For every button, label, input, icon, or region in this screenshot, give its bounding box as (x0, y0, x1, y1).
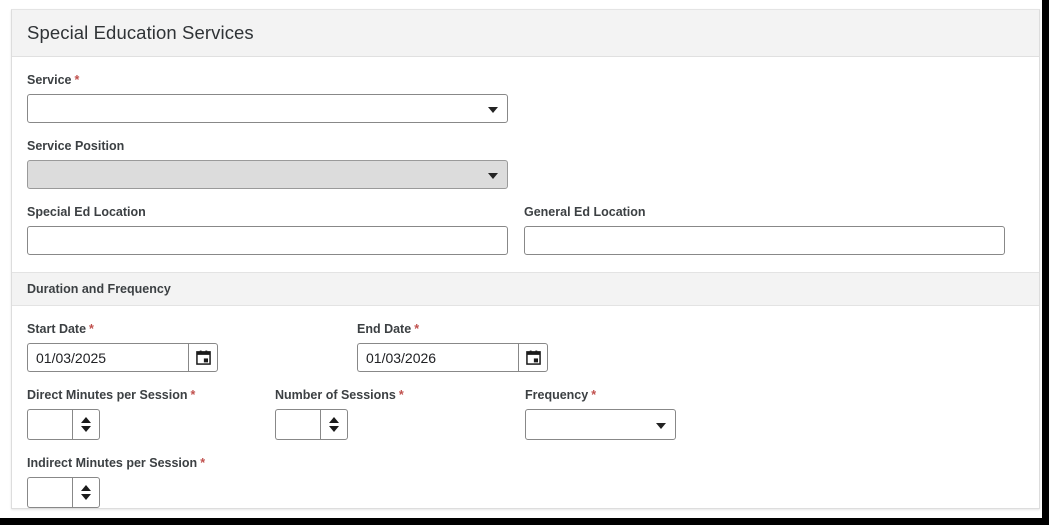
duration-frequency-section: Start Date * 01/03/2025 End Date * 01/03… (12, 306, 1039, 508)
field-number-of-sessions: Number of Sessions * (275, 388, 525, 440)
general-ed-location-label: General Ed Location (524, 205, 646, 219)
number-of-sessions-stepper[interactable] (275, 409, 525, 440)
field-end-date: End Date * 01/03/2026 (357, 322, 548, 372)
spinner-up-icon[interactable] (81, 417, 91, 423)
required-asterisk: * (414, 322, 420, 336)
direct-minutes-input[interactable] (27, 409, 72, 440)
start-date-label: Start Date * (27, 322, 94, 336)
direct-minutes-stepper[interactable] (27, 409, 275, 440)
spinner-down-icon[interactable] (81, 494, 91, 500)
direct-minutes-label: Direct Minutes per Session * (27, 388, 196, 402)
indirect-minutes-label: Indirect Minutes per Session * (27, 456, 206, 470)
indirect-minutes-input[interactable] (27, 477, 72, 508)
special-education-services-card: Special Education Services Service * Serv… (11, 9, 1040, 509)
field-start-date: Start Date * 01/03/2025 (27, 322, 357, 372)
end-date-field[interactable]: 01/03/2026 (357, 343, 548, 372)
direct-minutes-step-buttons[interactable] (72, 409, 100, 440)
spinner-down-icon[interactable] (81, 426, 91, 432)
spinner-up-icon[interactable] (329, 417, 339, 423)
chevron-down-icon (488, 106, 498, 113)
calendar-icon (525, 350, 541, 365)
start-date-picker-button[interactable] (188, 343, 218, 372)
spinner-down-icon[interactable] (329, 426, 339, 432)
start-date-field[interactable]: 01/03/2025 (27, 343, 218, 372)
required-asterisk: * (200, 456, 206, 470)
required-asterisk: * (591, 388, 597, 402)
duration-and-frequency-section-header: Duration and Frequency (12, 272, 1039, 306)
chevron-down-icon (488, 172, 498, 179)
special-ed-location-input[interactable] (27, 226, 508, 255)
app-window: Special Education Services Service * Serv… (0, 0, 1049, 525)
indirect-minutes-stepper[interactable] (27, 477, 1024, 508)
general-ed-location-input[interactable] (524, 226, 1005, 255)
required-asterisk: * (190, 388, 196, 402)
service-position-label: Service Position (27, 139, 125, 153)
chevron-down-icon (656, 422, 666, 429)
special-ed-location-label: Special Ed Location (27, 205, 146, 219)
required-asterisk: * (89, 322, 94, 336)
end-date-picker-button[interactable] (518, 343, 548, 372)
field-direct-minutes: Direct Minutes per Session * (27, 388, 275, 440)
end-date-label: End Date * (357, 322, 420, 336)
service-label: Service * (27, 73, 80, 87)
number-of-sessions-label: Number of Sessions * (275, 388, 404, 402)
field-service-position: Service Position (27, 139, 1024, 189)
end-date-input[interactable]: 01/03/2026 (357, 343, 518, 372)
dates-row: Start Date * 01/03/2025 End Date * 01/03… (27, 322, 1024, 372)
calendar-icon (195, 350, 211, 365)
field-special-ed-location: Special Ed Location (27, 205, 508, 255)
card-header: Special Education Services (12, 10, 1039, 57)
session-details-row: Direct Minutes per Session * Number of Se… (27, 388, 1024, 440)
page-title: Special Education Services (27, 22, 254, 43)
service-select[interactable] (27, 94, 508, 123)
required-asterisk: * (74, 73, 80, 87)
service-position-select[interactable] (27, 160, 508, 189)
frequency-label: Frequency * (525, 388, 597, 402)
number-of-sessions-input[interactable] (275, 409, 320, 440)
form-top-section: Service * Service Position Special Ed Lo… (12, 57, 1039, 272)
locations-row: Special Ed Location General Ed Location (27, 205, 1024, 255)
spinner-up-icon[interactable] (81, 485, 91, 491)
field-service: Service * (27, 73, 1024, 123)
start-date-input[interactable]: 01/03/2025 (27, 343, 188, 372)
number-of-sessions-step-buttons[interactable] (320, 409, 348, 440)
field-frequency: Frequency * (525, 388, 676, 440)
indirect-minutes-step-buttons[interactable] (72, 477, 100, 508)
field-indirect-minutes: Indirect Minutes per Session * (27, 456, 1024, 508)
required-asterisk: * (398, 388, 404, 402)
frequency-select[interactable] (525, 409, 676, 440)
field-general-ed-location: General Ed Location (524, 205, 1005, 255)
section-title: Duration and Frequency (27, 282, 171, 296)
